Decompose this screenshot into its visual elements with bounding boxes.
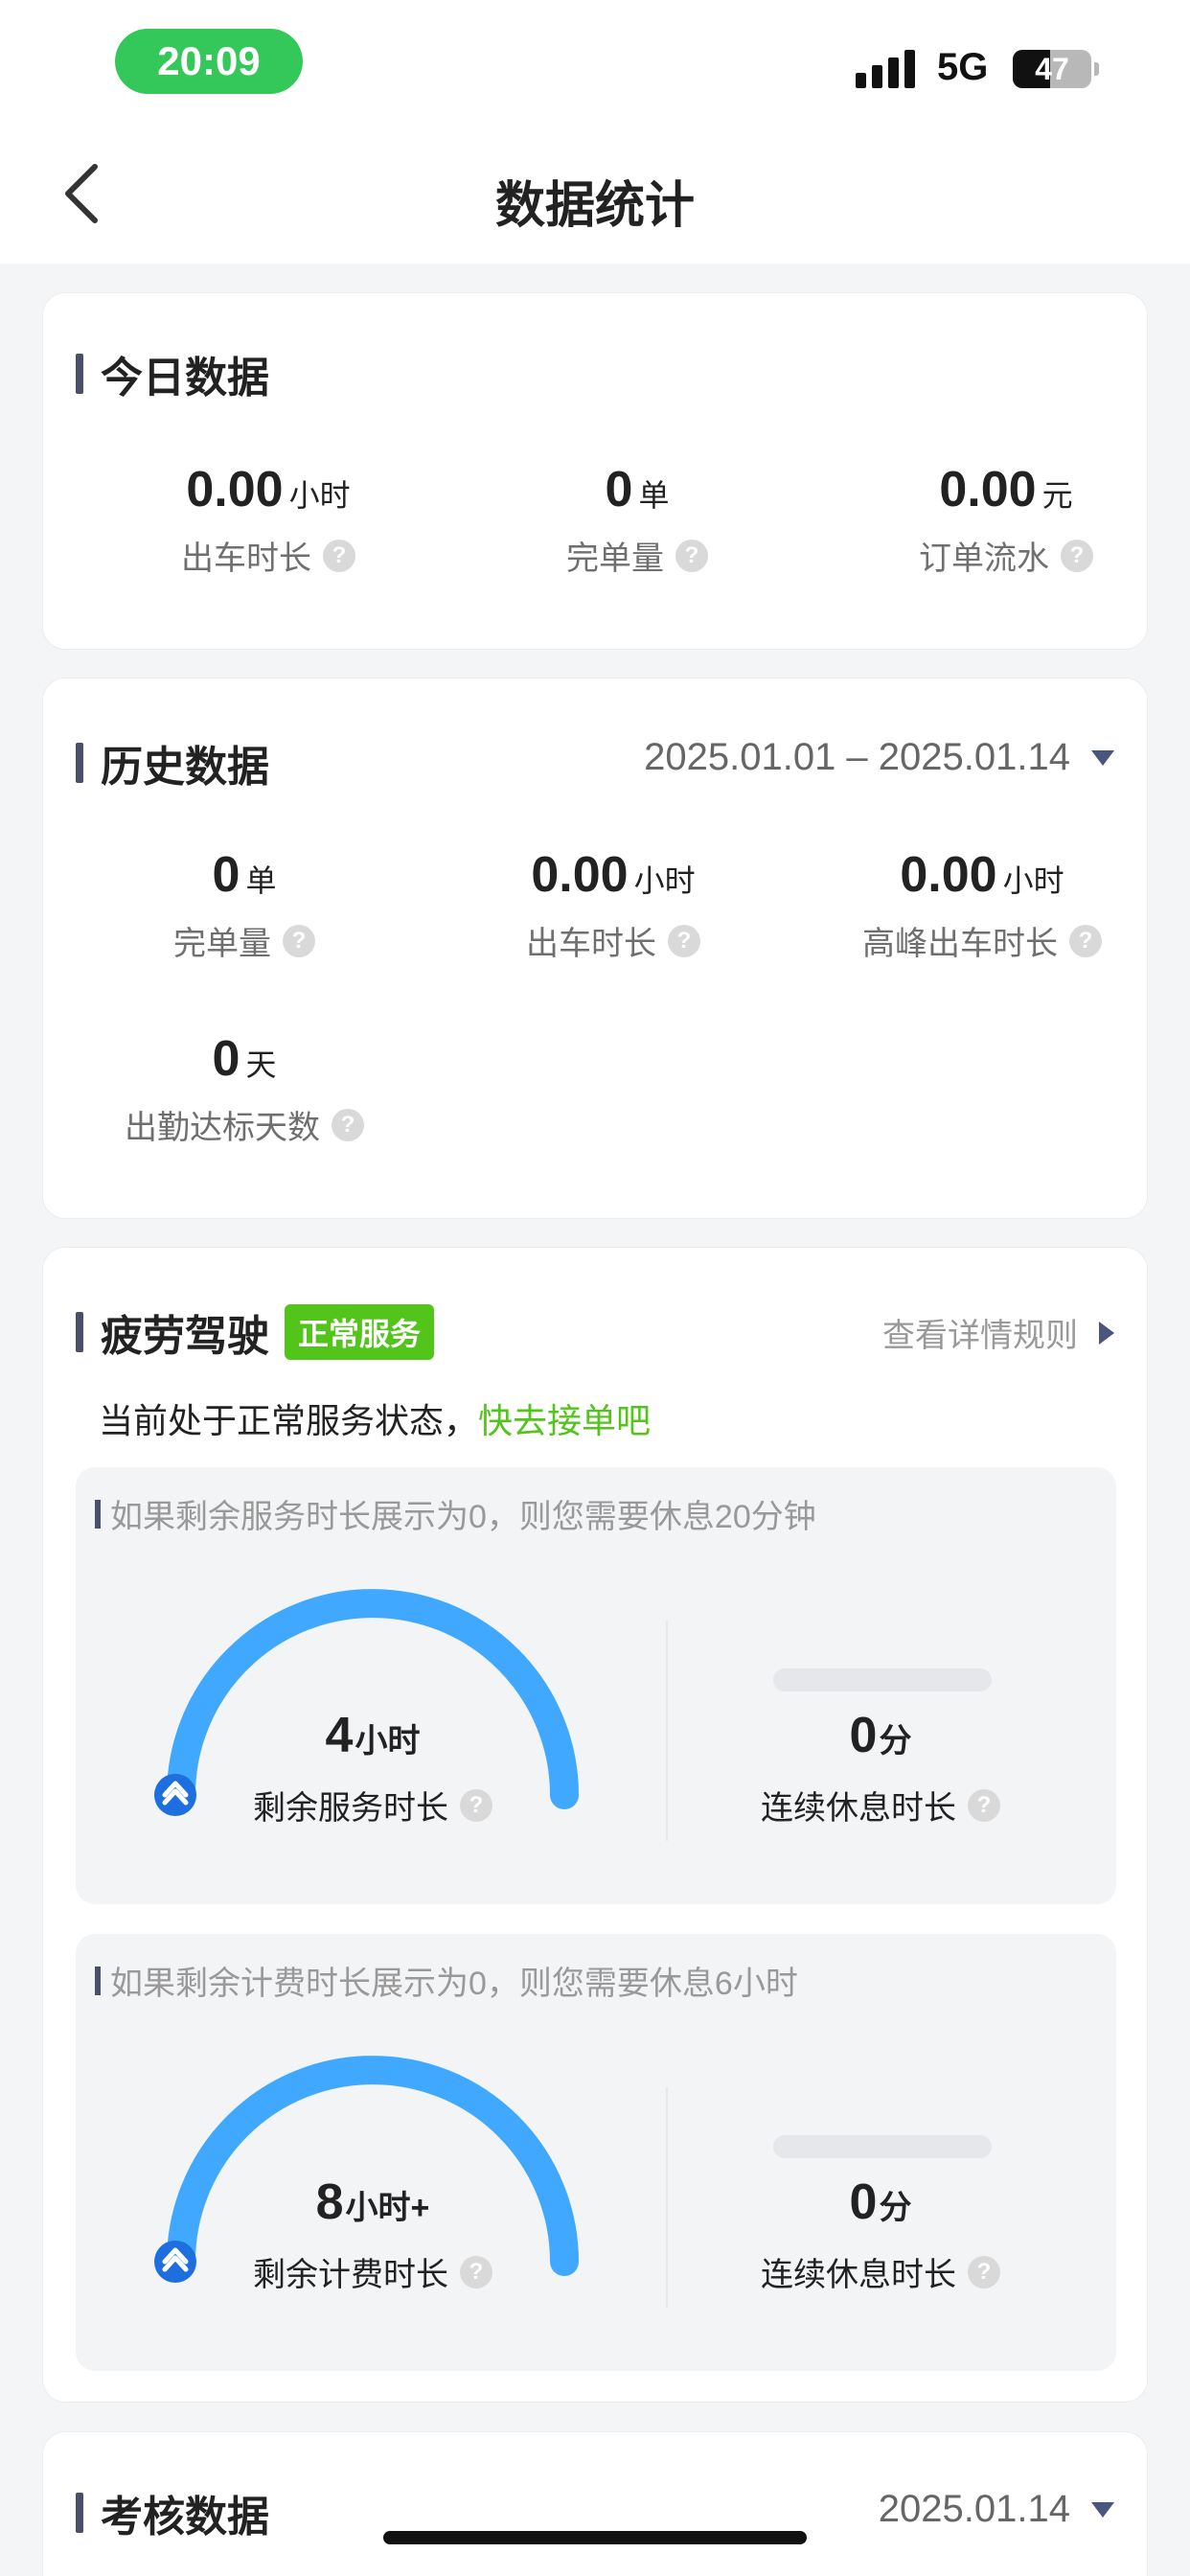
stat-value: 0.00 — [186, 462, 284, 518]
gauge-unit: 小时+ — [345, 2190, 430, 2226]
stat-label: 出车时长 — [526, 926, 656, 962]
gauge-start-marker-icon — [154, 1774, 196, 1816]
panel-divider — [666, 2087, 668, 2308]
rest-label: 连续休息时长 — [761, 2257, 956, 2293]
gauge-center: 4小时 剩余服务时长? — [200, 1707, 545, 1828]
service-time-panel: 如果剩余服务时长展示为0，则您需要休息20分钟 4小时 剩余服务时长? 0分 连… — [76, 1467, 1116, 1904]
assessment-title: 考核数据 — [76, 2482, 269, 2543]
stat-label: 出车时长 — [181, 540, 311, 577]
battery-percent: 47 — [1035, 51, 1069, 86]
today-title: 今日数据 — [76, 343, 269, 404]
assessment-date-picker[interactable]: 2025.01.14 — [879, 2488, 1114, 2531]
date-range-picker[interactable]: 2025.01.01 – 2025.01.14 — [644, 736, 1114, 779]
battery-tip — [1094, 62, 1099, 76]
help-icon[interactable]: ? — [460, 2255, 492, 2288]
view-rules-text: 查看详情规则 — [882, 1318, 1078, 1354]
history-stat-attendance-days: 0天 出勤达标天数? — [62, 1030, 426, 1148]
billing-time-panel: 如果剩余计费时长展示为0，则您需要休息6小时 8小时+ 剩余计费时长? 0分 连… — [76, 1934, 1116, 2371]
network-type: 5G — [937, 46, 989, 88]
stat-value: 0 — [212, 1031, 240, 1087]
gauge-label: 剩余服务时长 — [253, 1790, 448, 1827]
today-data-card: 今日数据 0.00 小时 出车时长? 0单 完单量? 0.00 元 订单流水? — [42, 292, 1148, 650]
stat-unit: 小时 — [633, 863, 696, 898]
stat-value: 0.00 — [531, 847, 629, 903]
help-icon[interactable]: ? — [675, 539, 708, 572]
today-stat-revenue: 0.00 元 订单流水? — [824, 461, 1188, 579]
assessment-data-card: 考核数据 2025.01.14 — [42, 2431, 1148, 2576]
history-stat-orders: 0单 完单量? — [62, 846, 426, 964]
arrow-right-icon — [1099, 1321, 1114, 1345]
stat-label: 完单量 — [173, 926, 271, 962]
stat-unit: 元 — [1041, 478, 1073, 513]
stat-unit: 小时 — [288, 478, 351, 513]
take-orders-link[interactable]: 快去接单吧 — [478, 1401, 651, 1440]
help-icon[interactable]: ? — [460, 1788, 492, 1822]
stat-unit: 天 — [245, 1047, 277, 1082]
service-status-text: 当前处于正常服务状态，快去接单吧 — [99, 1393, 651, 1443]
rest-progress-bar — [773, 2135, 992, 2158]
rest-progress-bar — [773, 1668, 992, 1691]
date-range-text: 2025.01.01 – 2025.01.14 — [644, 736, 1070, 778]
stat-label: 订单流水 — [919, 540, 1049, 577]
rest-time-block: 0分 连续休息时长? — [708, 2174, 1053, 2295]
status-message: 当前处于正常服务状态， — [99, 1401, 479, 1440]
help-icon[interactable]: ? — [1061, 539, 1093, 572]
stat-unit: 小时 — [1002, 863, 1064, 898]
rest-value: 0 — [849, 2174, 878, 2230]
stat-label: 出勤达标天数 — [125, 1110, 320, 1146]
status-time: 20:09 — [115, 29, 303, 94]
stat-value: 0 — [605, 462, 633, 518]
gauge-center: 8小时+ 剩余计费时长? — [200, 2174, 545, 2295]
dropdown-arrow-icon — [1091, 2501, 1114, 2518]
rest-unit: 分 — [879, 1723, 912, 1760]
gauge-value: 4 — [325, 1708, 354, 1763]
today-stat-orders: 0单 完单量? — [455, 461, 819, 579]
nav-bar: 数据统计 — [0, 134, 1190, 264]
stat-unit: 单 — [638, 478, 670, 513]
battery-icon: 47 — [1013, 50, 1091, 88]
gauge-unit: 小时 — [355, 1723, 421, 1760]
rest-label: 连续休息时长 — [761, 1790, 956, 1827]
rest-time-block: 0分 连续休息时长? — [708, 1707, 1053, 1828]
help-icon[interactable]: ? — [332, 1108, 364, 1141]
history-stat-peak-hours: 0.00 小时 高峰出车时长? — [800, 846, 1164, 964]
fatigue-title: 疲劳驾驶 正常服务 — [76, 1301, 435, 1363]
help-icon[interactable]: ? — [968, 1788, 1000, 1822]
help-icon[interactable]: ? — [1069, 924, 1102, 957]
today-stat-drive-hours: 0.00 小时 出车时长? — [86, 461, 450, 579]
stat-value: 0.00 — [939, 462, 1037, 518]
cellular-signal-icon — [856, 50, 915, 88]
panel-hint: 如果剩余计费时长展示为0，则您需要休息6小时 — [95, 1957, 798, 2004]
assessment-date-text: 2025.01.14 — [878, 2488, 1070, 2530]
panel-divider — [666, 1621, 668, 1841]
status-bar: 20:09 5G 47 — [0, 0, 1190, 134]
rest-value: 0 — [849, 1708, 878, 1763]
stat-value: 0.00 — [900, 847, 997, 903]
panel-hint: 如果剩余服务时长展示为0，则您需要休息20分钟 — [95, 1490, 816, 1537]
view-rules-link[interactable]: 查看详情规则 — [882, 1309, 1114, 1356]
history-data-card: 历史数据 2025.01.01 – 2025.01.14 0单 完单量? 0.0… — [42, 678, 1148, 1219]
history-stat-drive-hours: 0.00 小时 出车时长? — [431, 846, 795, 964]
fatigue-title-text: 疲劳驾驶 — [101, 1313, 269, 1360]
help-icon[interactable]: ? — [968, 2255, 1000, 2288]
dropdown-arrow-icon — [1091, 749, 1114, 766]
stat-value: 0 — [212, 847, 240, 903]
help-icon[interactable]: ? — [323, 539, 355, 572]
history-title: 历史数据 — [76, 732, 269, 794]
status-badge: 正常服务 — [285, 1304, 435, 1360]
fatigue-driving-card: 疲劳驾驶 正常服务 查看详情规则 当前处于正常服务状态，快去接单吧 如果剩余服务… — [42, 1247, 1148, 2403]
gauge-start-marker-icon — [154, 2241, 196, 2283]
page-title: 数据统计 — [494, 178, 695, 234]
gauge-value: 8 — [315, 2174, 344, 2230]
gauge-label: 剩余计费时长 — [253, 2257, 448, 2293]
stat-label: 高峰出车时长 — [862, 926, 1058, 962]
rest-unit: 分 — [879, 2190, 912, 2226]
home-indicator[interactable] — [383, 2531, 807, 2544]
help-icon[interactable]: ? — [283, 924, 315, 957]
help-icon[interactable]: ? — [668, 924, 700, 957]
stat-unit: 单 — [245, 863, 277, 898]
stat-label: 完单量 — [566, 540, 664, 577]
